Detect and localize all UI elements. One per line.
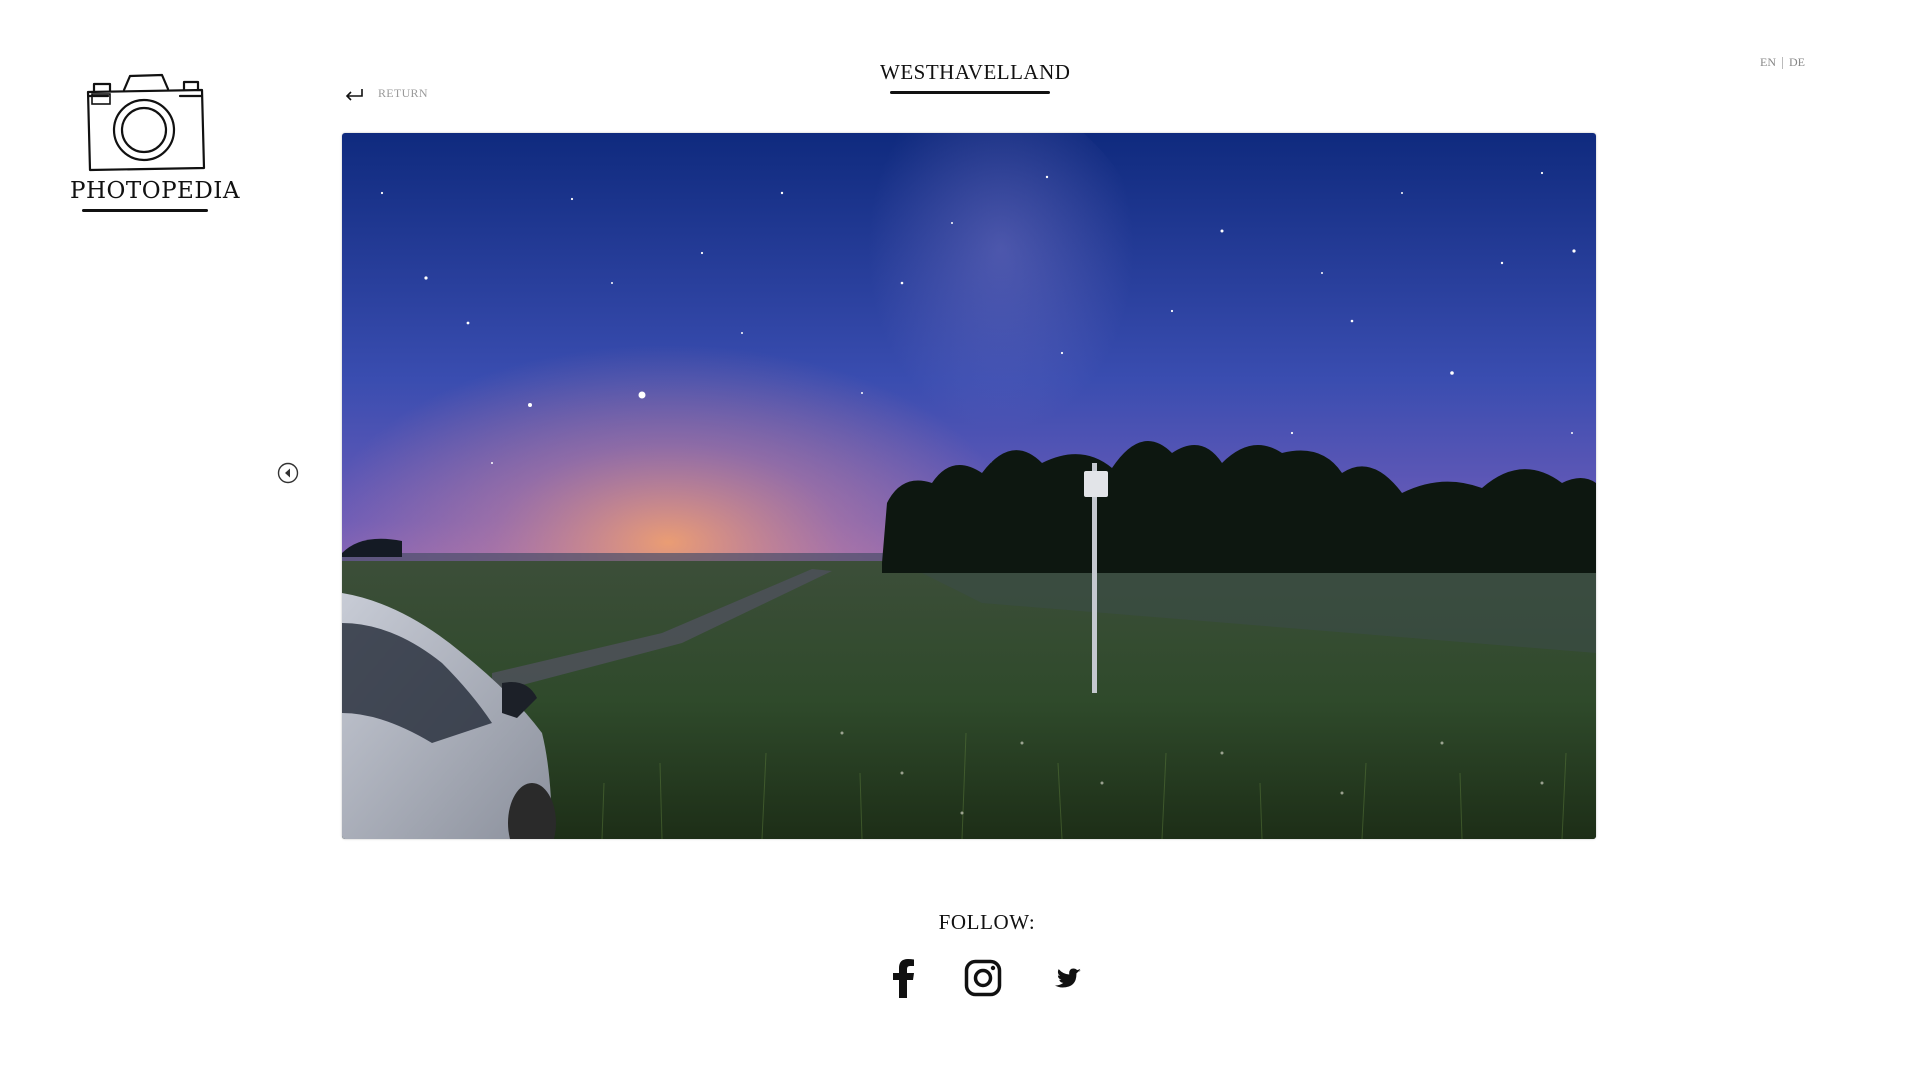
brand-name: PHOTOPEDIA xyxy=(70,178,240,204)
title-block: WESTHAVELLAND xyxy=(880,60,1071,94)
return-link[interactable]: RETURN xyxy=(344,86,428,101)
brand-underline xyxy=(82,209,208,212)
follow-label: FOLLOW: xyxy=(938,910,1036,934)
brand-logo[interactable]: PHOTOPEDIA xyxy=(70,70,240,212)
chevron-left-circle-icon xyxy=(277,462,299,484)
title-underline xyxy=(890,91,1050,94)
lang-separator xyxy=(1782,56,1783,69)
return-label: RETURN xyxy=(378,86,428,100)
lang-en[interactable]: EN xyxy=(1760,55,1776,70)
lang-de[interactable]: DE xyxy=(1789,55,1805,70)
night-sky-over-meadow-photo[interactable] xyxy=(342,133,1596,839)
social-links xyxy=(890,958,1088,1002)
twitter-icon xyxy=(1054,968,1082,988)
language-switch: EN DE xyxy=(1760,55,1805,70)
instagram-link[interactable] xyxy=(964,959,1002,1001)
facebook-link[interactable] xyxy=(890,958,916,1002)
page-title: WESTHAVELLAND xyxy=(880,60,1071,84)
page: PHOTOPEDIA RETURN WESTHAVELLAND EN DE FO… xyxy=(0,0,1920,1080)
return-arrow-icon xyxy=(345,88,363,101)
facebook-icon xyxy=(893,959,914,998)
instagram-icon xyxy=(964,959,1002,997)
previous-photo-button[interactable] xyxy=(277,462,299,484)
camera-icon xyxy=(86,73,206,172)
follow-section: FOLLOW: xyxy=(0,910,1920,935)
photo-illustration xyxy=(342,133,1596,839)
twitter-link[interactable] xyxy=(1050,962,1088,998)
